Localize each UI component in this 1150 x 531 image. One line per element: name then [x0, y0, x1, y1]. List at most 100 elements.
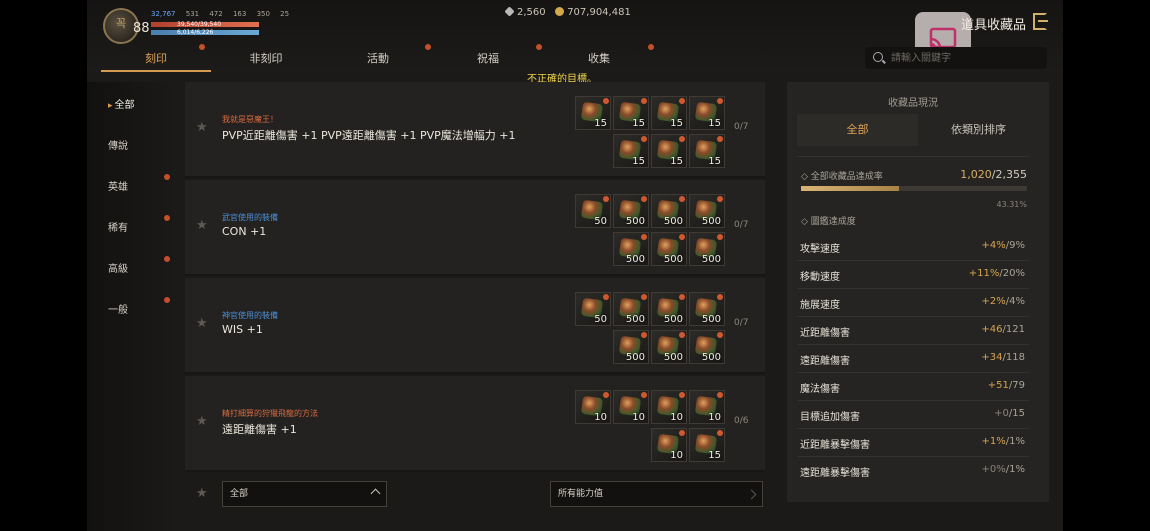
ability-dropdown-value: 所有能力值 [558, 489, 604, 499]
item-slot[interactable]: 500 [689, 194, 725, 228]
stat-current: +46 [981, 324, 1003, 335]
alert-dot [717, 392, 723, 398]
item-slot[interactable]: 15 [651, 134, 687, 168]
favorite-star-icon[interactable]: ★ [196, 486, 208, 501]
sidebar-item-advanced[interactable]: 高級 [87, 260, 179, 275]
collection-row[interactable]: ★ 武官使用的裝備 CON +1 0/7 50 500 500 500 500 500 500 [185, 180, 765, 276]
item-slot[interactable]: 50 [575, 194, 611, 228]
alert-dot [679, 196, 685, 202]
item-slot[interactable]: 500 [651, 194, 687, 228]
grade-dropdown-value: 全部 [230, 489, 249, 499]
item-count: 15 [708, 450, 721, 461]
sidebar-item-all[interactable]: ▸ 全部 [87, 96, 179, 111]
exit-icon[interactable] [1033, 13, 1048, 30]
sidebar-item-label: 英雄 [108, 182, 128, 193]
collection-progress: 0/7 [734, 318, 749, 328]
collection-row[interactable]: ★ 我就是惡魔王！ PVP近距離傷害 +1 PVP遠距離傷害 +1 PVP魔法增幅力… [185, 82, 765, 178]
alert-dot [164, 174, 170, 180]
page-title: 道具收藏品 [961, 18, 1027, 33]
sidebar-item-normal[interactable]: 一般 [87, 301, 179, 316]
divider [797, 372, 1029, 373]
favorite-star-icon[interactable]: ★ [196, 218, 208, 233]
item-slot[interactable]: 15 [613, 134, 649, 168]
gold-count: 707,904,481 [567, 7, 631, 18]
item-slot[interactable]: 15 [689, 96, 725, 130]
achievement-label: ◇ 全部收藏品達成率 [801, 172, 883, 182]
divider [797, 156, 1029, 157]
diamond-icon [504, 6, 515, 17]
stat-max: 15 [1012, 408, 1025, 419]
item-slot[interactable]: 500 [613, 330, 649, 364]
item-slot[interactable]: 500 [689, 292, 725, 326]
item-slot[interactable]: 15 [575, 96, 611, 130]
collection-row[interactable]: ★ 神官使用的裝備 WIS +1 0/7 50 500 500 500 500 500 500 [185, 278, 765, 374]
sidebar-item-rare[interactable]: 稀有 [87, 219, 179, 234]
alert-dot [717, 136, 723, 142]
sidebar-item-legendary[interactable]: 傳說 [87, 137, 179, 152]
achievement-percent: 43.31% [996, 200, 1027, 209]
stat-value: +1%/1% [981, 436, 1026, 447]
item-count: 500 [663, 216, 683, 227]
cursor-icon: ▸ [108, 101, 113, 111]
item-slot[interactable]: 10 [613, 390, 649, 424]
item-slot[interactable]: 15 [689, 134, 725, 168]
collection-row[interactable]: ★ 精打細算的狩獵飛龍的方法 遠距離傷害 +1 0/6 10 10 10 10 10 15 [185, 376, 765, 472]
item-slot[interactable]: 500 [613, 232, 649, 266]
grade-dropdown[interactable]: 全部 [222, 481, 387, 507]
stat-row: 攻擊速度 +4%/9% [787, 235, 1039, 257]
tab-event[interactable]: 活動 [323, 48, 433, 72]
item-slot[interactable]: 10 [651, 390, 687, 424]
tab-blessing[interactable]: 祝福 [433, 48, 543, 72]
item-slot[interactable]: 500 [689, 232, 725, 266]
collection-progress: 0/6 [734, 416, 749, 426]
item-slot[interactable]: 50 [575, 292, 611, 326]
favorite-star-icon[interactable]: ★ [196, 316, 208, 331]
stat-max: 121 [1005, 324, 1025, 335]
item-slot[interactable]: 500 [651, 292, 687, 326]
ability-dropdown[interactable]: 所有能力值 [550, 481, 763, 507]
stat-name: 目標追加傷害 [800, 412, 860, 423]
stat-max: 4% [1009, 296, 1025, 307]
stat-name: 近距離暴擊傷害 [800, 440, 870, 451]
stat-4: 163 [232, 10, 247, 18]
item-slot[interactable]: 15 [613, 96, 649, 130]
tab-engraved[interactable]: 刻印 [101, 48, 211, 72]
divider [797, 260, 1029, 261]
item-slot[interactable]: 10 [575, 390, 611, 424]
item-slot[interactable]: 15 [651, 96, 687, 130]
stat-row: 施展速度 +2%/4% [787, 291, 1039, 313]
item-slot[interactable]: 500 [651, 330, 687, 364]
item-count: 500 [701, 254, 721, 265]
tab-collection[interactable]: 收集 [544, 48, 654, 72]
alert-dot [164, 297, 170, 303]
favorite-star-icon[interactable]: ★ [196, 120, 208, 135]
item-slot[interactable]: 500 [689, 330, 725, 364]
item-slot[interactable]: 500 [613, 292, 649, 326]
tab-sort-by-category[interactable]: 依類別排序 [918, 114, 1039, 146]
tab-all[interactable]: 全部 [797, 114, 918, 146]
stat-value: +0/15 [994, 408, 1025, 419]
item-slot[interactable]: 10 [651, 428, 687, 462]
collection-effect: CON +1 [222, 225, 267, 238]
item-slot[interactable]: 10 [689, 390, 725, 424]
item-count: 15 [594, 118, 607, 129]
stat-max: 9% [1009, 240, 1025, 251]
item-slot[interactable]: 15 [689, 428, 725, 462]
item-slot[interactable]: 500 [613, 194, 649, 228]
item-count: 50 [594, 314, 607, 325]
favorite-star-icon[interactable]: ★ [196, 414, 208, 429]
stat-3: 472 [209, 10, 223, 18]
item-count: 500 [701, 216, 721, 227]
collection-category: 精打細算的狩獵飛龍的方法 [222, 409, 318, 418]
divider [797, 428, 1029, 429]
sidebar-item-hero[interactable]: 英雄 [87, 178, 179, 193]
divider [797, 400, 1029, 401]
item-slot[interactable]: 500 [651, 232, 687, 266]
stat-value: +46/121 [981, 324, 1025, 335]
tab-non-engraved[interactable]: 非刻印 [211, 48, 321, 72]
search-icon[interactable] [873, 52, 883, 62]
stat-current: +11% [968, 268, 1000, 279]
chevron-right-icon [746, 489, 757, 500]
search-input[interactable] [891, 49, 1041, 67]
item-count: 10 [594, 412, 607, 423]
